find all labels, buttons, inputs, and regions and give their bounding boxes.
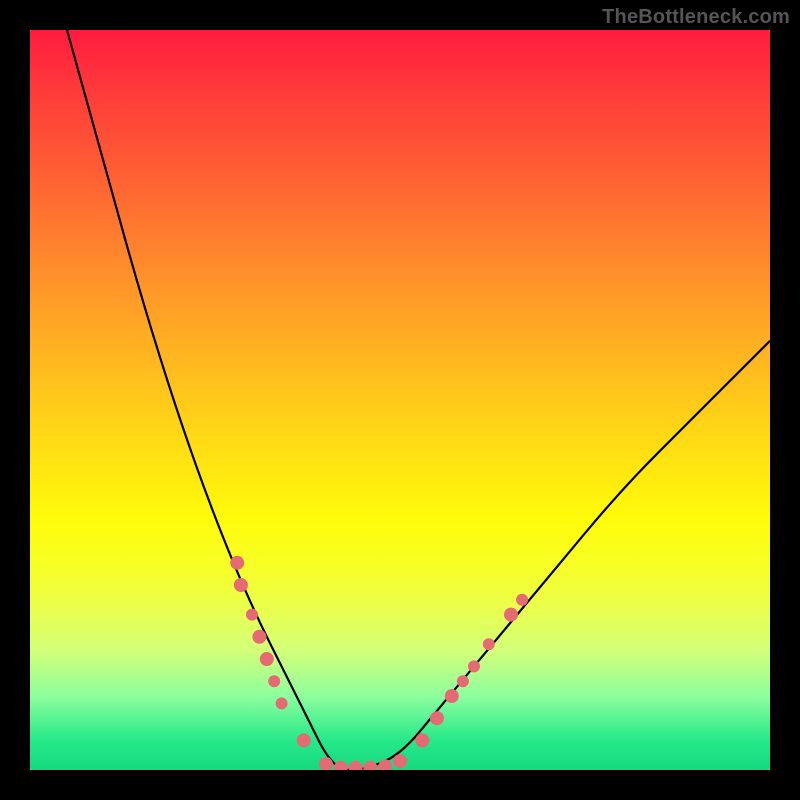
data-marker — [334, 761, 348, 770]
data-marker — [468, 660, 480, 672]
data-marker — [457, 675, 469, 687]
data-marker — [297, 733, 311, 747]
plot-area — [30, 30, 770, 770]
data-marker — [430, 711, 444, 725]
data-marker — [234, 578, 248, 592]
data-marker — [483, 638, 495, 650]
data-marker — [378, 759, 392, 770]
data-marker — [415, 733, 429, 747]
data-marker — [268, 675, 280, 687]
data-marker — [349, 761, 363, 770]
data-marker — [445, 689, 459, 703]
data-marker — [246, 609, 258, 621]
data-marker — [252, 630, 266, 644]
data-marker — [363, 761, 377, 770]
data-marker — [504, 608, 518, 622]
chart-svg — [30, 30, 770, 770]
data-marker — [276, 697, 288, 709]
data-marker — [260, 652, 274, 666]
chart-frame: TheBottleneck.com — [0, 0, 800, 800]
watermark-text: TheBottleneck.com — [602, 6, 790, 29]
data-marker — [393, 754, 407, 768]
bottleneck-curve — [67, 30, 770, 770]
data-marker — [230, 556, 244, 570]
data-marker — [516, 594, 528, 606]
